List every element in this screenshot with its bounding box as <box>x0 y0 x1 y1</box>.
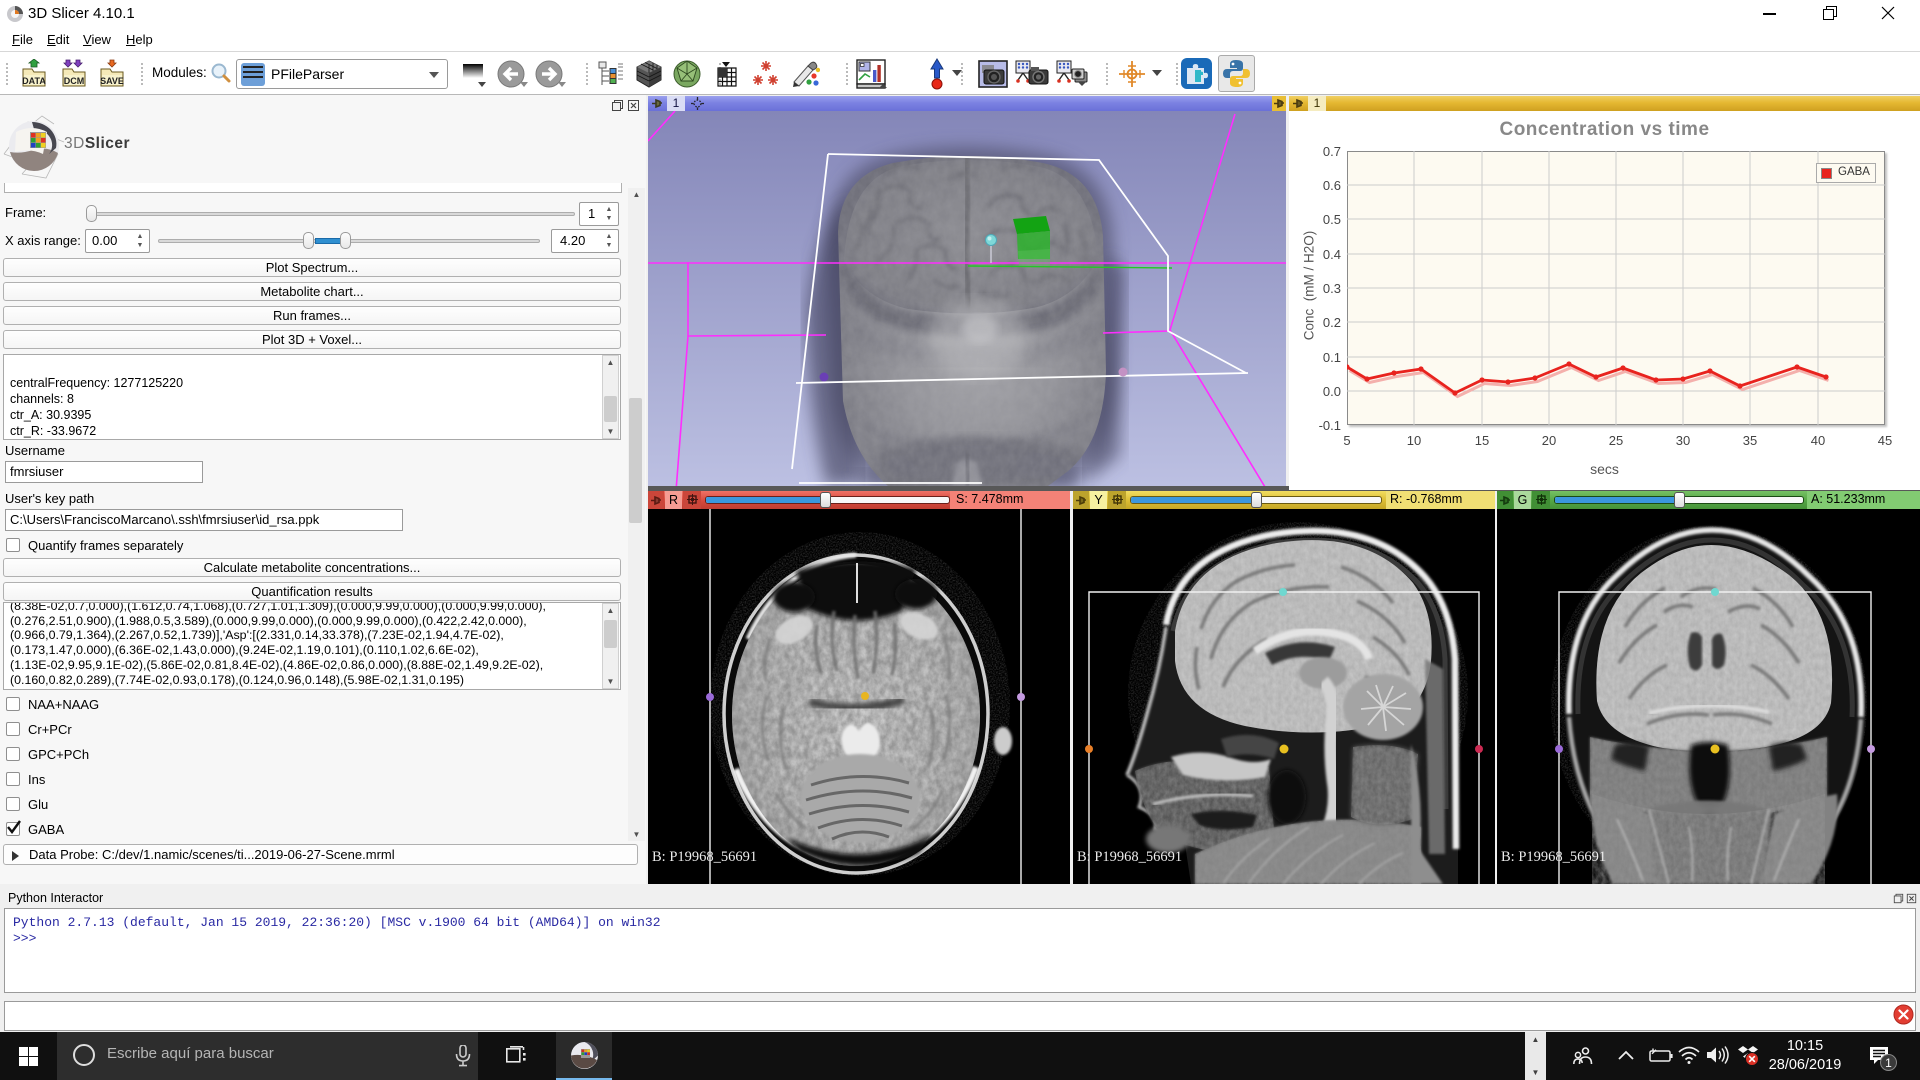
svg-text:SAVE: SAVE <box>100 76 124 86</box>
svg-text:DATA: DATA <box>22 76 46 86</box>
svg-text:B: P19968_56691: B: P19968_56691 <box>652 849 757 865</box>
svg-text:B: P19968_56691: B: P19968_56691 <box>1077 849 1182 865</box>
svg-text:B: P19968_56691: B: P19968_56691 <box>1501 849 1606 865</box>
svg-text:DCM: DCM <box>64 76 85 86</box>
